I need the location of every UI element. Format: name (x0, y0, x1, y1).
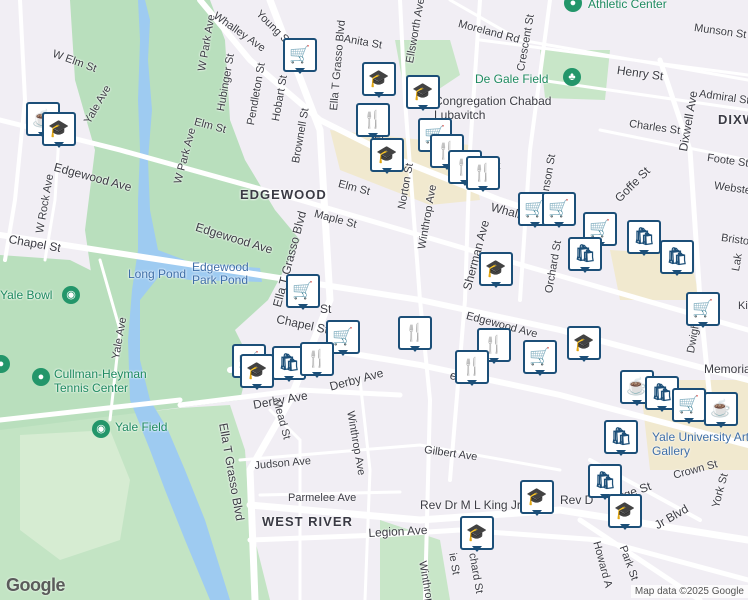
cart-icon[interactable]: 🛒 (672, 388, 706, 424)
park-icon[interactable]: ♣ (563, 68, 581, 86)
place-yale-bowl[interactable]: Yale Bowl (0, 288, 52, 302)
street-label: Ki (738, 300, 748, 312)
restaurant-icon[interactable]: 🍴 (455, 350, 489, 386)
cart-icon[interactable]: 🛒 (286, 274, 320, 310)
cart-icon[interactable]: 🛒 (686, 292, 720, 328)
tennis-icon[interactable]: ● (32, 368, 50, 386)
bag-icon[interactable]: 🛍 (568, 237, 602, 273)
place-long-pond[interactable]: Long Pond (128, 267, 186, 281)
stadium-icon[interactable]: ◉ (92, 420, 110, 438)
cart-icon[interactable]: 🛒 (542, 192, 576, 228)
place-de-gale-field[interactable]: De Gale Field (475, 72, 548, 86)
cart-icon[interactable]: 🛒 (523, 340, 557, 376)
place-yale-art-gallery[interactable]: Yale University Art Gallery (652, 430, 748, 458)
school-icon[interactable]: 🎓 (520, 480, 554, 516)
bag-icon[interactable]: 🛍 (660, 240, 694, 276)
place-edgewood-park-pond[interactable]: Edgewood Park Pond (192, 261, 262, 287)
stadium-icon[interactable]: ◉ (62, 286, 80, 304)
restaurant-icon[interactable]: 🍴 (466, 156, 500, 192)
street-label: Parmelee Ave (288, 492, 357, 504)
restaurant-icon[interactable]: 🍴 (398, 316, 432, 352)
cart-icon[interactable]: 🛒 (283, 38, 317, 74)
place-cullman-heyman[interactable]: Cullman-Heyman Tennis Center (54, 367, 164, 395)
school-icon[interactable]: 🎓 (362, 62, 396, 98)
school-icon[interactable]: 🎓 (240, 354, 274, 390)
restaurant-icon[interactable]: 🍴 (356, 103, 390, 139)
cafe-icon[interactable]: ☕ (704, 392, 738, 428)
bag-icon[interactable]: 🛍 (627, 220, 661, 256)
restaurant-icon[interactable]: 🍴 (300, 342, 334, 378)
place-yale-field[interactable]: Yale Field (115, 420, 167, 434)
area-label-west-river: WEST RIVER (262, 514, 353, 529)
google-logo: Google (6, 575, 66, 595)
school-icon[interactable]: 🎓 (42, 112, 76, 148)
school-icon[interactable]: 🎓 (479, 252, 513, 288)
area-label-edgewood: EDGEWOOD (240, 187, 327, 202)
map-attribution[interactable]: Map data ©2025 Google (630, 585, 748, 598)
school-icon[interactable]: 🎓 (406, 75, 440, 111)
place-memorial[interactable]: Memoria (704, 362, 748, 376)
school-icon[interactable]: 🎓 (567, 326, 601, 362)
street-label: St (320, 302, 332, 316)
map-canvas[interactable]: ● ♣ ◉ ● ● ◉ EDGEWOOD WEST RIVER DIXW Ath… (0, 0, 748, 600)
school-icon[interactable]: 🎓 (608, 494, 642, 530)
school-icon[interactable]: 🎓 (460, 516, 494, 552)
area-label-dixwell: DIXW (718, 112, 748, 127)
school-icon[interactable]: 🎓 (370, 138, 404, 174)
bag-icon[interactable]: 🛍 (604, 420, 638, 456)
place-athletic-center[interactable]: Athletic Center (588, 0, 667, 11)
street-label: Rev Dr M L King Jr (420, 498, 521, 512)
place-congregation[interactable]: Congregation Chabad Lubavitch (434, 94, 554, 122)
